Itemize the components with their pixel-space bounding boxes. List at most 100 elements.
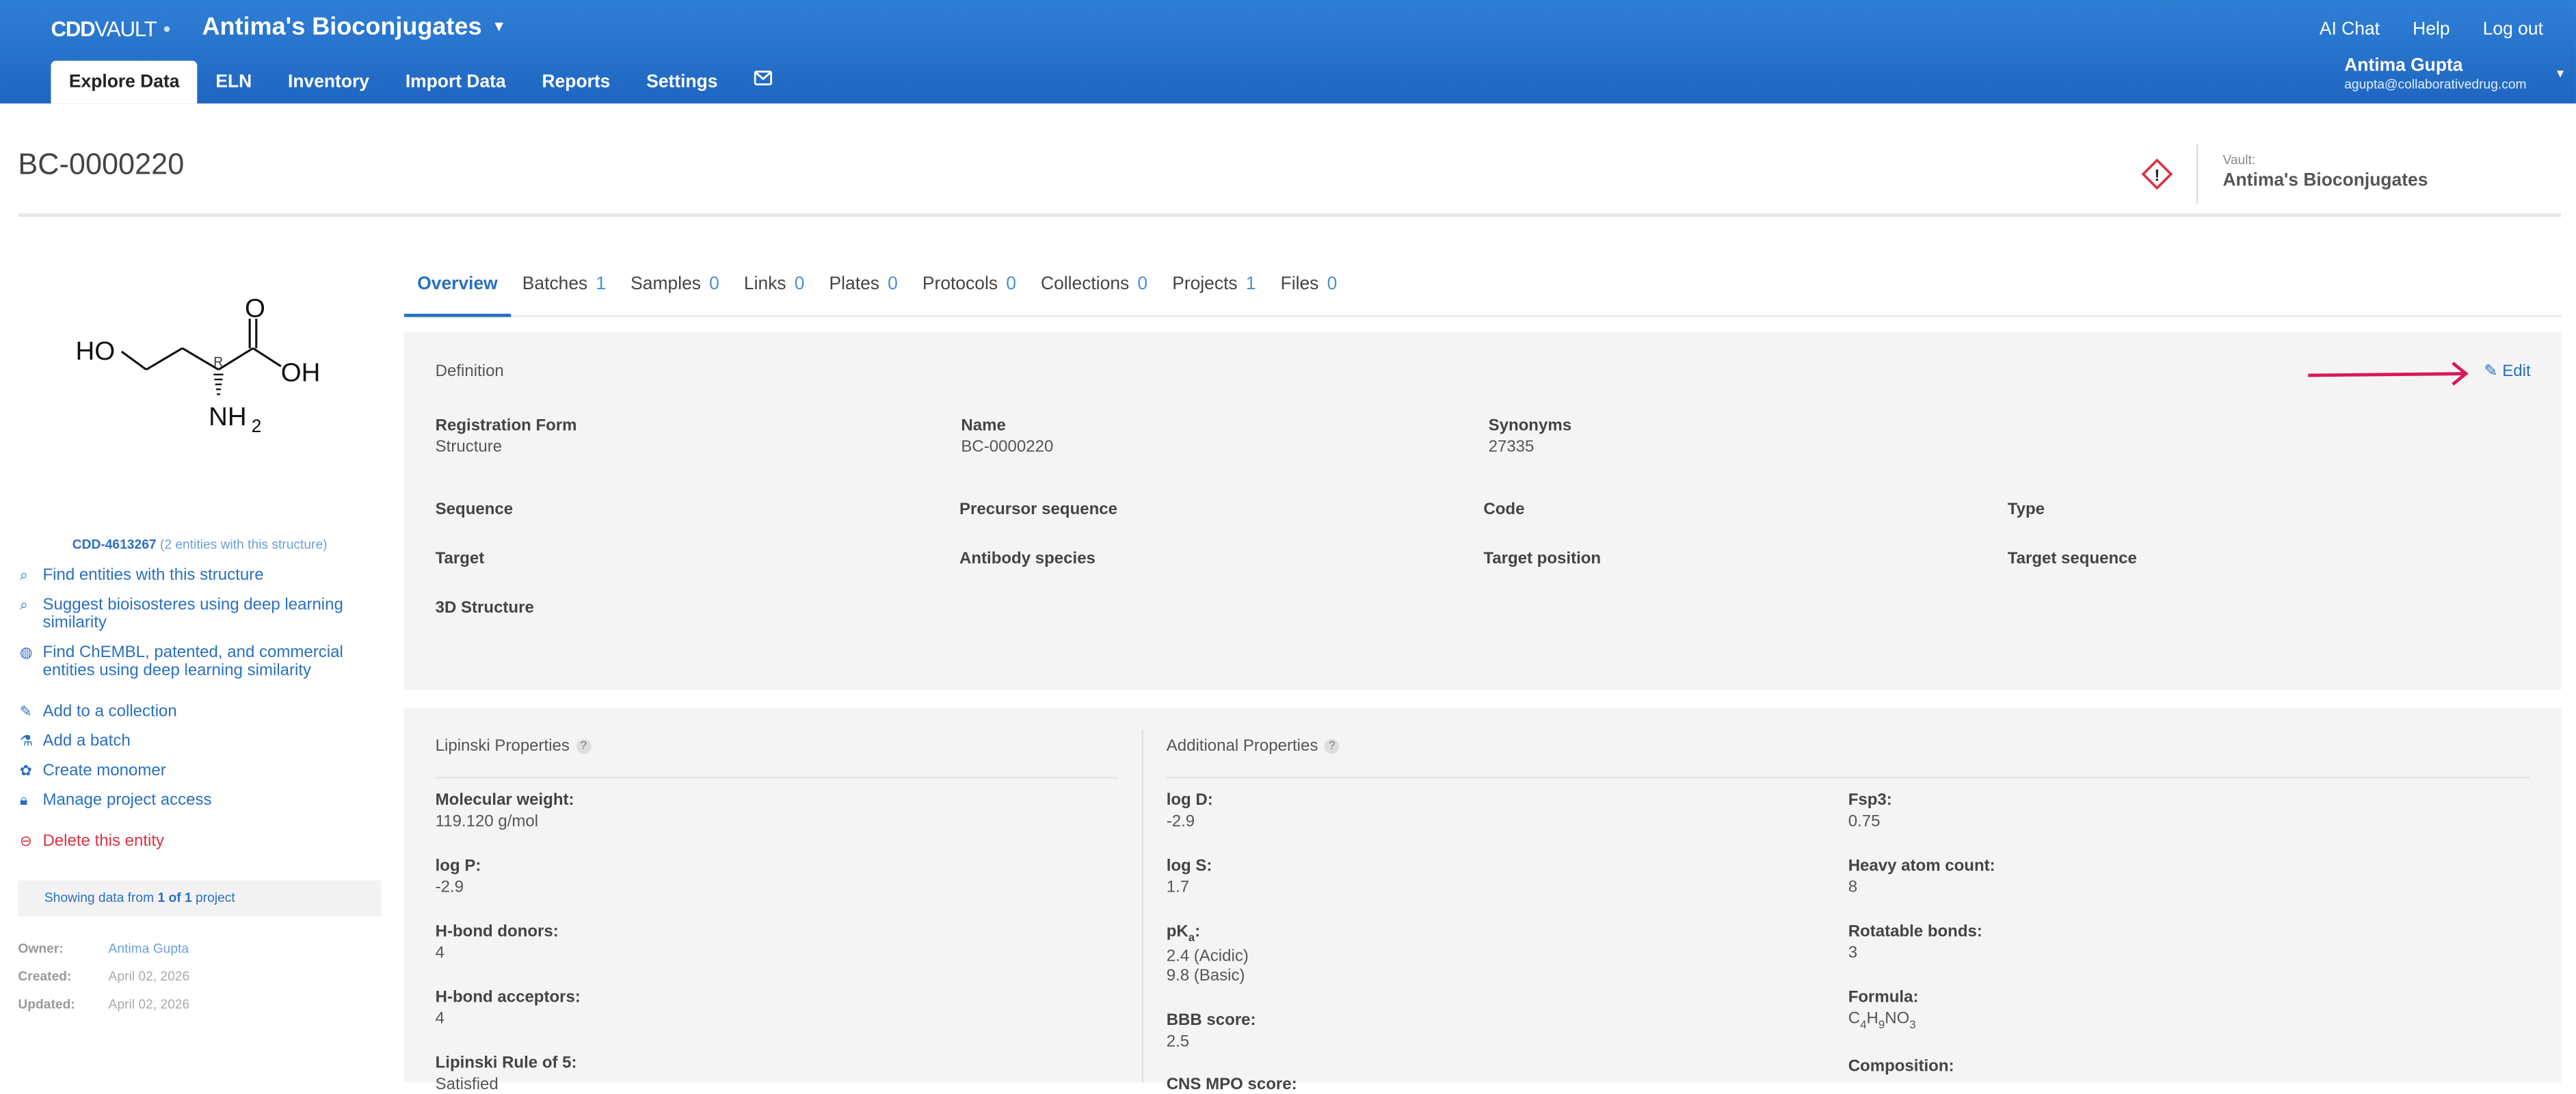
add-to-collection-action[interactable]: ✎ Add to a collection (20, 703, 363, 721)
tab-label: Overview (417, 274, 498, 295)
field-value: Structure (435, 438, 503, 457)
property-label: Formula: (1848, 989, 1919, 1007)
delete-icon: ⊖ (19, 833, 32, 850)
chemical-structure[interactable]: HO O OH NH 2 R (66, 289, 336, 445)
tab-samples[interactable]: Samples 0 (618, 268, 732, 314)
created-value: April 02, 2026 (108, 969, 190, 985)
user-email: agupta@collaborativedrug.com (2344, 77, 2527, 92)
tab-count: 1 (1245, 274, 1256, 295)
meta-key: Created: (18, 969, 72, 985)
atom-label-o: O (245, 294, 265, 323)
find-entities-action[interactable]: ⌕ Find entities with this structure (20, 567, 363, 585)
property-value: 0.75 (1848, 813, 1881, 831)
lock-icon: 🔒︎ (19, 791, 28, 808)
property-value: 3 (1848, 944, 1858, 963)
user-menu[interactable]: Antima Gupta agupta@collaborativedrug.co… (2344, 55, 2566, 92)
atom-label-nh: NH (209, 402, 247, 431)
tab-files[interactable]: Files 0 (1267, 268, 1350, 314)
tab-count: 0 (709, 274, 719, 295)
tab-label: Projects (1172, 274, 1238, 295)
find-chembl-action[interactable]: ◍ Find ChEMBL, patented, and commercial e… (20, 644, 363, 680)
tab-projects[interactable]: Projects 1 (1159, 268, 1269, 314)
definition-panel (403, 332, 2562, 691)
tab-overview[interactable]: Overview (403, 268, 511, 317)
atom-label-ho: HO (76, 336, 116, 366)
property-label: Molecular weight: (435, 791, 574, 810)
nav-import-data[interactable]: Import Data (387, 61, 524, 103)
flask-icon: ⚗ (19, 732, 34, 749)
log-out-link[interactable]: Log out (2483, 20, 2543, 40)
property-value: 4 (435, 944, 444, 963)
tab-label: Links (743, 274, 786, 295)
caret-down-icon: ▼ (2554, 68, 2566, 81)
atom-label-subscript-2: 2 (252, 416, 262, 436)
cdd-id-link[interactable]: CDD-4613267 (2 entities with this struct… (72, 537, 328, 552)
suggest-bioisosteres-action[interactable]: ⌕ Suggest bioisosteres using deep learnin… (20, 596, 363, 632)
action-label: Delete this entity (42, 833, 165, 851)
formula-subscript: 4 (1860, 1019, 1867, 1032)
property-value: 2.5 (1166, 1033, 1190, 1052)
entity-tabs: Overview Batches 1 Samples 0 Links 0 Pla… (403, 268, 2562, 317)
pka-label: pK (1166, 923, 1189, 942)
hazard-warning-icon[interactable]: ! (2140, 158, 2173, 191)
nav-eln[interactable]: ELN (198, 61, 270, 103)
field-label: Target (435, 550, 485, 569)
nav-explore-data[interactable]: Explore Data (51, 60, 198, 104)
formula-part: NO (1885, 1010, 1910, 1028)
updated-value: April 02, 2026 (108, 997, 190, 1012)
bullet-separator-icon: ● (163, 21, 171, 36)
caret-down-icon: ▼ (491, 18, 507, 35)
edit-button[interactable]: ✎ Edit (2484, 363, 2530, 381)
tab-label: Protocols (922, 274, 998, 295)
help-icon[interactable]: ? (576, 739, 592, 754)
tab-links[interactable]: Links 0 (731, 268, 818, 314)
nav-messages[interactable] (736, 61, 790, 102)
tab-batches[interactable]: Batches 1 (509, 268, 620, 314)
owner-value[interactable]: Antima Gupta (109, 942, 189, 957)
title-divider (18, 213, 2562, 217)
tab-count: 1 (596, 274, 607, 295)
cdd-id-note: (2 entities with this structure) (159, 537, 328, 552)
field-label: Antibody species (959, 550, 1096, 569)
tab-collections[interactable]: Collections 0 (1028, 268, 1161, 314)
vault-selector[interactable]: Antima's Bioconjugates ▼ (202, 13, 506, 41)
property-value: 9.8 (Basic) (1166, 968, 1245, 986)
help-icon[interactable]: ? (1325, 739, 1340, 754)
cdd-id: CDD-4613267 (72, 537, 157, 552)
stereo-label-r: R (213, 356, 223, 370)
formula-subscript: 3 (1909, 1019, 1916, 1032)
formula-part: C (1848, 1010, 1861, 1028)
vault-value: Antima's Bioconjugates (2222, 170, 2428, 191)
updated-row: Updated: April 02, 2026 (18, 997, 189, 1012)
properties-divider (1141, 729, 1144, 1083)
tab-plates[interactable]: Plates 0 (816, 268, 911, 314)
ai-chat-link[interactable]: AI Chat (2320, 20, 2380, 40)
delete-entity-action[interactable]: ⊖ Delete this entity (20, 833, 363, 851)
help-link[interactable]: Help (2413, 20, 2449, 40)
action-label: Add to a collection (42, 703, 177, 721)
search-icon: ⌕ (19, 566, 28, 583)
cdd-vault-logo[interactable]: CDDVAULT ● (51, 16, 170, 41)
tab-label: Plates (829, 274, 879, 295)
user-name: Antima Gupta (2344, 55, 2463, 76)
action-label: Manage project access (42, 791, 212, 810)
add-batch-action[interactable]: ⚗ Add a batch (20, 732, 363, 750)
lipinski-title: Lipinski Properties? (436, 738, 592, 756)
nav-reports[interactable]: Reports (524, 61, 628, 103)
nav-inventory[interactable]: Inventory (270, 61, 388, 103)
manage-project-access-action[interactable]: 🔒︎ Manage project access (20, 792, 363, 810)
project-scope-count[interactable]: 1 of 1 (157, 890, 191, 905)
property-value: 4 (435, 1010, 444, 1028)
tab-protocols[interactable]: Protocols 0 (909, 268, 1029, 314)
property-label: log P: (435, 857, 481, 876)
formula-part: H (1866, 1010, 1878, 1028)
property-value: Satisfied (435, 1076, 499, 1094)
property-label: log S: (1166, 857, 1212, 876)
action-label: Add a batch (42, 732, 131, 751)
nav-settings[interactable]: Settings (628, 61, 736, 103)
page-title: BC-0000220 (18, 148, 185, 181)
create-monomer-action[interactable]: ✿ Create monomer (20, 762, 363, 780)
collection-icon: ✎ (19, 703, 32, 720)
search-icon: ⌕ (19, 596, 28, 613)
pka-label-colon: : (1195, 923, 1201, 942)
